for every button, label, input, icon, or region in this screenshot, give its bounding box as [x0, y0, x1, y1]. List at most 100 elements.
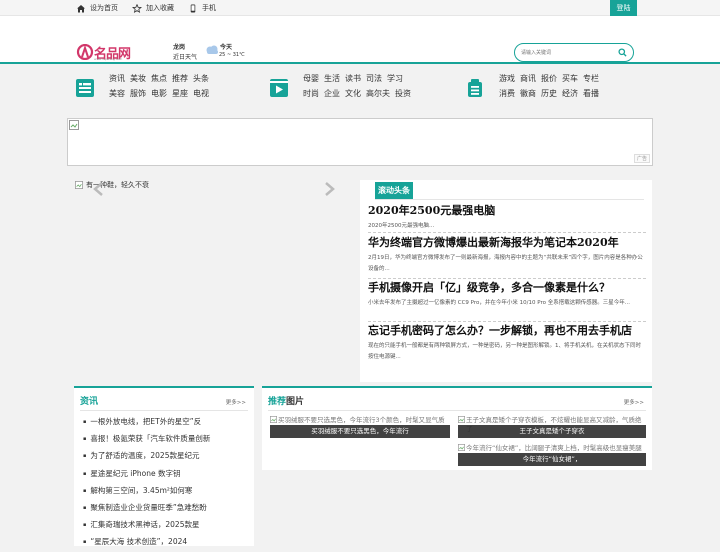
- header: 名品网 www.mpwang.com 龙岗 近日天气 今天 25 ~ 31℃: [0, 16, 720, 64]
- more-link[interactable]: 更多>>: [226, 398, 246, 406]
- news-header: 滚动头条: [375, 182, 413, 199]
- nav-link[interactable]: 历史: [541, 88, 557, 99]
- pic-alt: 买羽绒服不要只选黑色，今年流行3个颜色，时髦又显气质: [278, 416, 445, 424]
- nav-link[interactable]: 投资: [395, 88, 411, 99]
- more-link[interactable]: 更多>>: [624, 398, 644, 406]
- set-homepage-link[interactable]: 设为首页: [76, 3, 118, 13]
- nav-group-2-row-1: 母婴 生活 读书 司法 学习: [303, 73, 403, 84]
- nav-link[interactable]: 企业: [324, 88, 340, 99]
- nav-link[interactable]: 星座: [172, 88, 188, 99]
- panel-title: 资讯: [80, 397, 99, 407]
- mobile-link[interactable]: 手机: [188, 3, 216, 13]
- chevron-left-icon[interactable]: [92, 182, 104, 196]
- pic-caption: 王子文真是矮个子穿衣: [458, 425, 646, 438]
- nav-link[interactable]: 头条: [193, 73, 209, 84]
- nav-link[interactable]: 买车: [562, 73, 578, 84]
- list-item[interactable]: 聚焦制造业企业货量旺季”急难愁盼: [83, 500, 210, 517]
- nav-link[interactable]: 文化: [345, 88, 361, 99]
- nav-link[interactable]: 消费: [499, 88, 515, 99]
- weather-widget: 今天 25 ~ 31℃: [205, 43, 245, 63]
- pic-item[interactable]: 王子文真是矮个子穿衣模板，不炫耀也能显高又减龄，气质绝了 王子文真是矮个子穿衣: [458, 416, 646, 438]
- nav-link[interactable]: 徽商: [520, 88, 536, 99]
- news-title[interactable]: 手机摄像开启「亿」级竞争，多合一像素是什么？: [368, 281, 646, 295]
- slider-caption[interactable]: 有一种鞋，轻久不衰: [75, 180, 149, 190]
- pic-alt: 今年流行“仙女裙”，比阔腿子清爽上档，时髦高级也显瘦美腿: [466, 444, 642, 452]
- news-title[interactable]: 华为终端官方微博爆出最新海报华为笔记本2020年: [368, 236, 646, 250]
- weather-temp: 25 ~ 31℃: [219, 52, 245, 58]
- pic-item[interactable]: 买羽绒服不要只选黑色，今年流行3个颜色，时髦又显气质 买羽绒服不要只选黑色，今年…: [270, 416, 450, 438]
- search-icon[interactable]: [618, 48, 627, 57]
- pic-item[interactable]: 今年流行“仙女裙”，比阔腿子清爽上档，时髦高级也显瘦美腿 今年流行“仙女裙”，: [458, 444, 646, 466]
- nav-link[interactable]: 高尔夫: [366, 88, 390, 99]
- nav-link[interactable]: 经济: [562, 88, 578, 99]
- ad-banner[interactable]: 广告: [67, 118, 653, 166]
- mobile-icon: [190, 3, 196, 13]
- nav-link[interactable]: 资讯: [109, 73, 125, 84]
- nav-link[interactable]: 推荐: [172, 73, 188, 84]
- panel-divider: [80, 410, 248, 411]
- list-item[interactable]: 喜报！极氪荣获「汽车软件质量创新: [83, 431, 210, 448]
- search-box: [514, 43, 634, 62]
- news-list-panel: 资讯 更多>> 一根外放电线，把ET外的星空”反 喜报！极氪荣获「汽车软件质量创…: [74, 386, 254, 546]
- nav-link[interactable]: 游戏: [499, 73, 515, 84]
- broken-image-icon: [270, 416, 277, 423]
- news-divider: [368, 321, 646, 322]
- nav-link[interactable]: 焦点: [151, 73, 167, 84]
- nav-link[interactable]: 报价: [541, 73, 557, 84]
- city-sub: 近日天气: [173, 54, 198, 61]
- add-favorite-label: 加入收藏: [146, 4, 174, 12]
- news-item: 手机摄像开启「亿」级竞争，多合一像素是什么？ 小米去年发布了主摄超过一亿像素的 …: [368, 281, 646, 322]
- pic-caption: 买羽绒服不要只选黑色，今年流行: [270, 425, 450, 438]
- nav-link[interactable]: 美妆: [130, 73, 146, 84]
- nav-link[interactable]: 母婴: [303, 73, 319, 84]
- panel-title-accent: 推荐: [268, 397, 287, 407]
- news-item: 2020年2500元最强电脑 2020年2500元最强电脑...: [368, 204, 646, 233]
- list-item[interactable]: 解构第三空间，3.45m²如何寒: [83, 483, 210, 500]
- city-weather[interactable]: 龙岗 近日天气: [173, 43, 197, 63]
- list-item[interactable]: 汇集奇瑞技术黑神话，2025款星: [83, 517, 210, 534]
- search-input[interactable]: [521, 48, 616, 58]
- pic-caption: 今年流行“仙女裙”，: [458, 453, 646, 466]
- chevron-right-icon[interactable]: [324, 182, 336, 196]
- list-item[interactable]: 为了舒适的温度，2025款星纪元: [83, 448, 210, 465]
- nav-link[interactable]: 电影: [151, 88, 167, 99]
- news-divider: [368, 232, 646, 233]
- nav-link[interactable]: 专栏: [583, 73, 599, 84]
- nav-group-1-row-2: 美容 服饰 电影 星座 电视: [109, 88, 209, 99]
- nav-link[interactable]: 美容: [109, 88, 125, 99]
- news-header-divider: [375, 199, 644, 200]
- nav-link[interactable]: 服饰: [130, 88, 146, 99]
- login-button[interactable]: 登陆: [610, 0, 637, 16]
- add-favorite-link[interactable]: 加入收藏: [132, 3, 174, 13]
- list-item[interactable]: “星辰大海 技术创造”，2024: [83, 534, 210, 551]
- home-icon: [77, 4, 85, 12]
- broken-image-icon: [458, 416, 465, 423]
- list-item[interactable]: 星途星纪元 iPhone 数字钥: [83, 466, 210, 483]
- weather-today: 今天: [220, 44, 233, 51]
- nav-link[interactable]: 读书: [345, 73, 361, 84]
- nav-group-1-row-1: 资讯 美妆 焦点 推荐 头条: [109, 73, 209, 84]
- news-list: 一根外放电线，把ET外的星空”反 喜报！极氪荣获「汽车软件质量创新 为了舒适的温…: [83, 414, 210, 552]
- news-title[interactable]: 2020年2500元最强电脑: [368, 204, 646, 218]
- nav-link[interactable]: 时尚: [303, 88, 319, 99]
- nav-link[interactable]: 电视: [193, 88, 209, 99]
- news-desc: 小米去年发布了主摄超过一亿像素的 CC9 Pro，并在今年小米 10/10 Pr…: [368, 300, 630, 306]
- cloud-icon: [206, 45, 218, 54]
- news-title[interactable]: 忘记手机密码了怎么办？一步解锁，再也不用去手机店: [368, 324, 646, 338]
- recommended-pics-panel: 推荐图片 更多>> 买羽绒服不要只选黑色，今年流行3个颜色，时髦又显气质 买羽绒…: [262, 386, 652, 470]
- image-slider[interactable]: 有一种鞋，轻久不衰: [74, 180, 354, 380]
- nav-link[interactable]: 商讯: [520, 73, 536, 84]
- news-desc: 2020年2500元最强电脑...: [368, 223, 435, 229]
- video-icon: [270, 79, 288, 97]
- logo-mark-icon: [76, 44, 94, 60]
- logo-url: www.mpwang.com: [94, 57, 123, 61]
- nav-link[interactable]: 看播: [583, 88, 599, 99]
- nav-link[interactable]: 学习: [387, 73, 403, 84]
- nav-link[interactable]: 司法: [366, 73, 382, 84]
- broken-image-icon: [458, 444, 465, 451]
- city-name: 龙岗: [173, 44, 186, 51]
- star-icon: [132, 3, 142, 13]
- list-item[interactable]: 一根外放电线，把ET外的星空”反: [83, 414, 210, 431]
- files-icon: [468, 79, 482, 97]
- nav-link[interactable]: 生活: [324, 73, 340, 84]
